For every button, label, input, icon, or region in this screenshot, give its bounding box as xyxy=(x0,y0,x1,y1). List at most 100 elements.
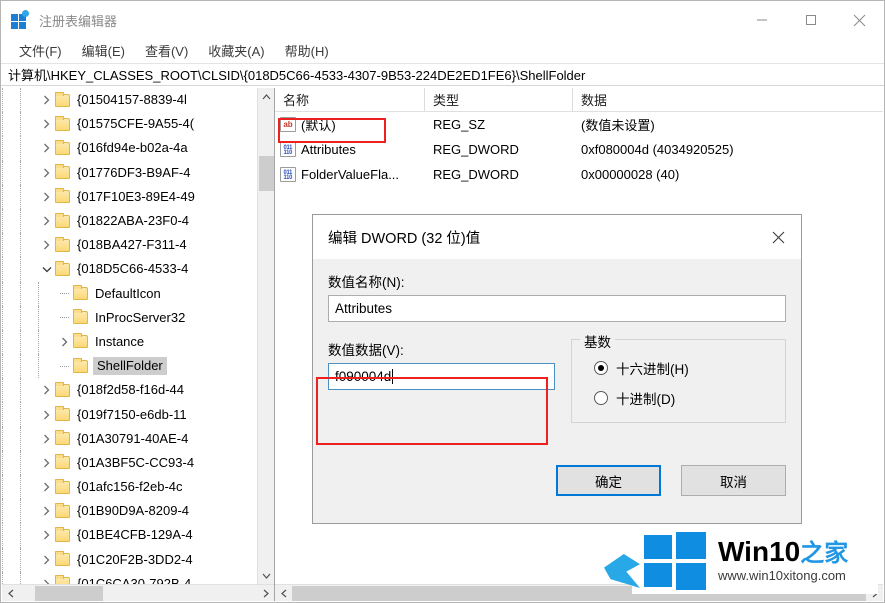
value-data-label: 数值数据(V): xyxy=(328,343,404,358)
tree-horizontal-scrollbar[interactable] xyxy=(2,584,274,601)
chevron-right-icon[interactable] xyxy=(38,555,55,565)
tree-indent-guide xyxy=(2,499,20,524)
value-name-label: 数值名称(N): xyxy=(328,275,405,290)
scroll-left-icon[interactable] xyxy=(2,585,19,602)
chevron-right-icon[interactable] xyxy=(38,119,55,129)
tree-indent-guide xyxy=(20,208,38,234)
chevron-right-icon[interactable] xyxy=(38,95,55,105)
chevron-right-icon[interactable] xyxy=(38,240,55,250)
scroll-right-icon[interactable] xyxy=(257,585,274,602)
menu-view[interactable]: 查看(V) xyxy=(136,39,197,63)
tree-item[interactable]: {018f2d58-f16d-44 xyxy=(2,378,257,403)
menu-favorites[interactable]: 收藏夹(A) xyxy=(199,39,273,63)
minimize-button[interactable] xyxy=(737,1,786,39)
scroll-down-icon[interactable] xyxy=(258,567,275,584)
tree-indent-guide xyxy=(2,571,20,584)
tree-item[interactable]: {01C6CA30-792B-4 xyxy=(2,571,257,584)
tree-indent-guide xyxy=(2,136,20,161)
tree-indent-guide xyxy=(2,378,20,403)
tree-scroll-thumb[interactable] xyxy=(259,156,274,191)
value-name-input[interactable]: Attributes xyxy=(328,295,786,322)
dword-value-icon: 011 110 xyxy=(280,142,296,157)
value-row[interactable]: 011 110 FolderValueFla... REG_DWORD 0x000000… xyxy=(275,162,883,187)
tree-indent-guide xyxy=(20,354,38,379)
tree-item[interactable]: {019f7150-e6db-11 xyxy=(2,402,257,427)
folder-icon xyxy=(55,236,70,252)
tree-item[interactable]: {01B90D9A-8209-4 xyxy=(2,499,257,524)
tree-item[interactable]: {01A3BF5C-CC93-4 xyxy=(2,450,257,475)
menu-help[interactable]: 帮助(H) xyxy=(276,39,338,63)
value-data-cell: (数值未设置) xyxy=(581,118,655,133)
chevron-right-icon[interactable] xyxy=(38,143,55,153)
chevron-right-icon[interactable] xyxy=(38,192,55,202)
tree-vertical-scrollbar[interactable] xyxy=(257,88,274,584)
value-name-text: Attributes xyxy=(335,301,393,316)
folder-icon xyxy=(55,478,70,494)
maximize-button[interactable] xyxy=(786,1,835,39)
tree-item[interactable]: ShellFolder xyxy=(2,354,257,379)
tree-item[interactable]: DefaultIcon xyxy=(2,281,257,306)
chevron-right-icon[interactable] xyxy=(38,506,55,516)
radio-decimal-label: 十进制(D) xyxy=(615,392,676,407)
chevron-right-icon[interactable] xyxy=(38,482,55,492)
registry-tree[interactable]: {01504157-8839-4l {01575CFE-9A55-4({016fd… xyxy=(2,88,257,584)
tree-item[interactable]: {01A30791-40AE-4 xyxy=(2,426,257,451)
chevron-right-icon[interactable] xyxy=(38,385,55,395)
radio-hexadecimal[interactable]: 十六进制(H) xyxy=(593,358,775,378)
scroll-up-icon[interactable] xyxy=(258,88,275,105)
chevron-right-icon[interactable] xyxy=(56,337,73,347)
cancel-button[interactable]: 取消 xyxy=(681,465,786,496)
value-data-input[interactable]: f090004d xyxy=(328,363,555,390)
folder-icon xyxy=(73,309,88,325)
tree-hscroll-thumb[interactable] xyxy=(35,585,103,601)
tree-item[interactable]: {01575CFE-9A55-4( xyxy=(2,112,257,137)
folder-icon xyxy=(73,333,88,349)
tree-indent-guide xyxy=(2,523,20,548)
tree-indent-guide xyxy=(20,233,38,258)
tree-item[interactable]: {01776DF3-B9AF-4 xyxy=(2,160,257,185)
tree-item[interactable]: {01504157-8839-4l xyxy=(2,88,257,113)
tree-item[interactable]: {018D5C66-4533-4 xyxy=(2,257,257,282)
registry-tree-pane: {01504157-8839-4l {01575CFE-9A55-4({016fd… xyxy=(2,88,275,601)
tree-item[interactable]: Instance xyxy=(2,329,257,355)
value-data-cell: 0xf080004d (4034920525) xyxy=(581,142,734,157)
tree-item[interactable]: {016fd94e-b02a-4a xyxy=(2,136,257,161)
close-button[interactable] xyxy=(835,1,884,39)
tree-item[interactable]: {01822ABA-23F0-4 xyxy=(2,208,257,234)
site-watermark: Win10之家 www.win10xitong.com xyxy=(604,526,878,594)
radio-decimal[interactable]: 十进制(D) xyxy=(593,388,775,408)
tree-indent-guide xyxy=(20,450,38,475)
chevron-right-icon[interactable] xyxy=(38,458,55,468)
chevron-right-icon[interactable] xyxy=(38,530,55,540)
menu-edit[interactable]: 编辑(E) xyxy=(73,39,134,63)
tree-item-label: {018f2d58-f16d-44 xyxy=(77,382,184,398)
column-header-type[interactable]: 类型 xyxy=(425,88,573,111)
scroll-left-icon[interactable] xyxy=(275,585,292,602)
chevron-right-icon[interactable] xyxy=(38,216,55,226)
tree-item[interactable]: {01C20F2B-3DD2-4 xyxy=(2,547,257,572)
tree-item[interactable]: {01BE4CFB-129A-4 xyxy=(2,523,257,548)
chevron-right-icon[interactable] xyxy=(38,168,55,178)
chevron-right-icon[interactable] xyxy=(38,410,55,420)
column-header-name[interactable]: 名称 xyxy=(275,88,425,111)
menu-file[interactable]: 文件(F) xyxy=(10,39,71,63)
column-header-data[interactable]: 数据 xyxy=(573,88,883,111)
tree-item[interactable]: InProcServer32 xyxy=(2,305,257,330)
tree-item[interactable]: {018BA427-F311-4 xyxy=(2,233,257,258)
ok-button[interactable]: 确定 xyxy=(556,465,661,496)
chevron-down-icon[interactable] xyxy=(38,266,55,273)
dialog-close-button[interactable] xyxy=(755,215,801,259)
tree-indent-guide xyxy=(2,257,20,282)
value-row[interactable]: 011 110 Attributes REG_DWORD 0xf080004d (403… xyxy=(275,137,883,162)
chevron-right-icon[interactable] xyxy=(38,434,55,444)
tree-indent-guide xyxy=(2,329,20,355)
tree-item[interactable]: {017F10E3-89E4-49 xyxy=(2,184,257,209)
tree-hscroll-track[interactable] xyxy=(19,585,257,602)
tree-item-label: {01504157-8839-4l xyxy=(77,92,187,108)
radio-hexadecimal-icon xyxy=(593,361,608,375)
folder-icon xyxy=(55,430,70,446)
tree-item[interactable]: {01afc156-f2eb-4c xyxy=(2,475,257,500)
value-row[interactable]: ab (默认) REG_SZ (数值未设置) xyxy=(275,112,883,137)
tree-indent-guide xyxy=(20,475,38,500)
address-bar[interactable]: 计算机\HKEY_CLASSES_ROOT\CLSID\{018D5C66-45… xyxy=(1,64,884,86)
